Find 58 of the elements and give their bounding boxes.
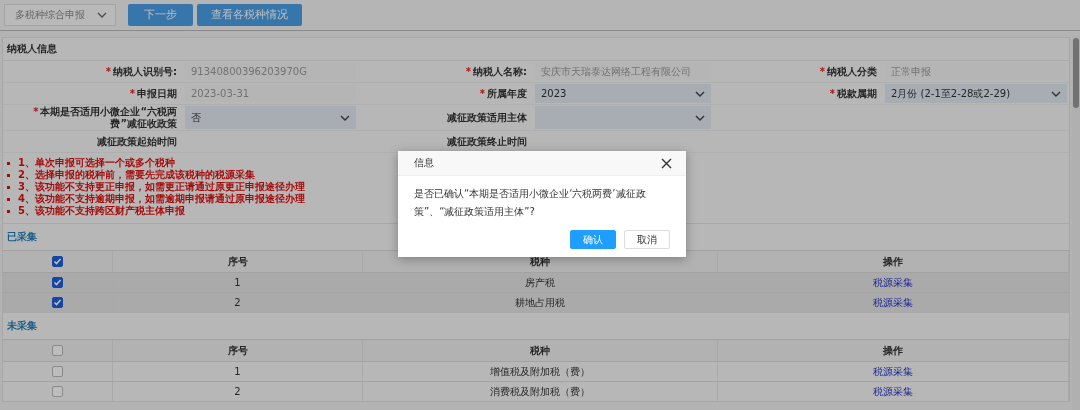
field-label: * 本期是否适用小微企业“六税两费”减征收政策 [32,106,177,129]
note-text: 5、该功能不支持跨区财产税主体申报 [18,204,185,218]
table-cell: 1 [234,277,241,288]
declaration-type-select[interactable]: 多税种综合申报 [4,4,116,26]
note-text: 3、该功能不支持更正申报，如需更正请通过原更正申报途径办理 [18,180,305,193]
column-header: 序号 [227,343,248,358]
table-cell: 增值税及附加税（费） [490,364,590,379]
field-label: * 申报日期 [129,87,177,100]
field-label: * 纳税人分类 [819,65,877,78]
select-field[interactable] [535,106,711,129]
column-header: 序号 [227,254,248,269]
section-title: 未采集 [7,320,37,331]
chevron-down-icon [695,90,705,97]
checkbox[interactable] [52,386,63,397]
checkbox[interactable] [52,297,63,308]
table-cell: 1 [234,366,241,377]
field-label: * 税款属期 [829,87,877,100]
select-field[interactable]: 2023 [535,84,711,103]
chevron-down-icon [97,12,107,18]
select-field[interactable]: 否 [185,106,356,129]
checkbox[interactable] [52,256,63,267]
dialog-title: 信息 [414,156,434,170]
field-label: * 纳税人识别号: [105,65,177,78]
toolbar-button[interactable]: 下一步 [128,4,193,26]
collect-link[interactable]: 税源采集 [873,384,913,399]
checkbox[interactable] [52,366,63,377]
table-cell: 2 [234,297,241,308]
chevron-down-icon [1051,90,1061,97]
column-header: 税种 [530,343,550,358]
chevron-down-icon [695,114,705,121]
close-icon[interactable] [661,157,672,169]
note-text: 4、该功能不支持逾期申报，如需逾期申报请通过原申报途径办理 [18,192,305,205]
collect-link[interactable]: 税源采集 [873,364,913,379]
table-cell: 消费税及附加税（费） [490,384,590,399]
collect-link[interactable]: 税源采集 [873,275,913,290]
column-header: 操作 [883,254,903,269]
field-label: 减征政策起始时间 [97,135,177,148]
collect-link[interactable]: 税源采集 [873,295,913,310]
table-cell: 2 [234,386,241,397]
checkbox[interactable] [52,345,63,356]
column-header: 操作 [883,343,903,358]
note-text: 1、单次申报可选择一个或多个税种 [18,156,175,169]
checkbox[interactable] [52,277,63,288]
select-field[interactable]: 2月份 (2-1至2-28或2-29) [885,84,1067,103]
section-title: 已采集 [7,231,37,242]
section-title: 纳税人信息 [3,38,1069,61]
table-cell: 房产税 [525,275,555,290]
note-text: 2、选择申报的税种前，需要先完成该税种的税源采集 [18,168,255,181]
field-label: * 纳税人名称: [465,65,527,78]
chevron-down-icon [340,114,350,121]
cancel-button[interactable]: 取消 [624,230,670,249]
confirm-button[interactable]: 确认 [570,230,616,249]
dialog-message: 是否已确认“本期是否适用小微企业‘六税两费’减征政策”、“减征政策适用主体”? [413,187,647,219]
field-label: * 所属年度 [479,87,527,100]
field-label: 减征政策适用主体 [447,111,527,124]
field-label: 减征政策终止时间 [447,135,527,148]
column-header: 税种 [530,254,550,269]
table-cell: 耕地占用税 [515,295,565,310]
